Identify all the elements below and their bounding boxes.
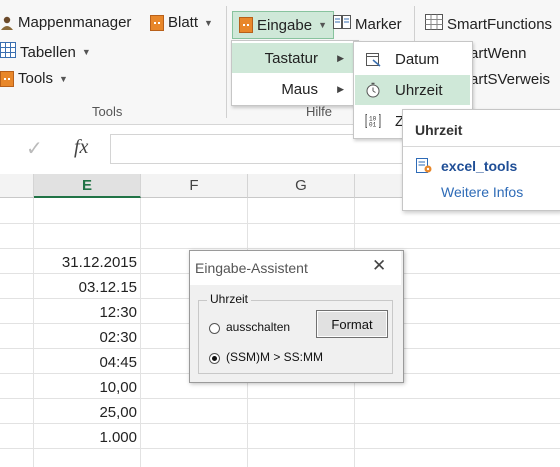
- menu-item-label: Tastatur: [264, 49, 318, 67]
- gridline: [0, 223, 560, 224]
- eingabe-menu: Tastatur ▶ Maus ▶: [231, 40, 359, 106]
- column-header-g[interactable]: G: [248, 174, 355, 198]
- smartfunctions-label: SmartFunctions: [447, 15, 553, 33]
- more-info-link[interactable]: Weitere Infos: [441, 184, 523, 200]
- column-header-d[interactable]: [0, 174, 34, 198]
- addin-gear-icon: [415, 158, 433, 178]
- chevron-right-icon: ▶: [337, 52, 344, 63]
- mappenmanager-label: Mappenmanager: [18, 14, 132, 31]
- marker-label: Marker: [355, 15, 402, 33]
- tabellen-label: Tabellen: [20, 43, 76, 61]
- cell-e[interactable]: 25,00: [34, 400, 137, 424]
- menu-item-uhrzeit[interactable]: Uhrzeit: [355, 75, 470, 105]
- column-header-e[interactable]: E: [34, 174, 141, 198]
- group-label-tools: Tools: [92, 104, 123, 119]
- calendar-icon: [355, 51, 391, 67]
- menu-item-maus[interactable]: Maus ▶: [232, 74, 356, 104]
- mappenmanager-button[interactable]: Mappenmanager: [0, 14, 131, 31]
- menu-item-label: Uhrzeit: [395, 81, 443, 99]
- tools-icon: [0, 70, 14, 87]
- blatt-label: Blatt: [168, 14, 199, 31]
- menu-item-datum[interactable]: Datum: [355, 44, 470, 74]
- column-header-f[interactable]: F: [141, 174, 248, 198]
- groupbox-label: Uhrzeit: [207, 292, 252, 306]
- radio-format[interactable]: [209, 353, 220, 364]
- sheet-icon: [150, 14, 164, 31]
- function-grid-icon: [425, 14, 443, 34]
- tooltip-title: Uhrzeit: [415, 122, 463, 138]
- cell-e[interactable]: 02:30: [34, 325, 137, 349]
- tabellen-button[interactable]: Tabellen ▼: [0, 42, 91, 62]
- cell-e[interactable]: 31.12.2015: [34, 250, 137, 274]
- menu-item-tastatur[interactable]: Tastatur ▶: [232, 43, 356, 73]
- gridline: [140, 198, 141, 467]
- eingabe-label: Eingabe: [257, 16, 313, 34]
- table-icon: [0, 42, 16, 62]
- radio-ausschalten-label: ausschalten: [226, 320, 291, 334]
- dialog-title: Eingabe-Assistent: [195, 260, 308, 276]
- chevron-down-icon: ▼: [204, 17, 213, 28]
- gridline: [0, 248, 560, 249]
- menu-item-label: Maus: [281, 80, 318, 98]
- chevron-right-icon: ▶: [337, 83, 344, 94]
- uhrzeit-tooltip: Uhrzeit excel_tools Weitere Infos: [402, 109, 560, 211]
- book-icon: [333, 14, 351, 34]
- smartsverweis-button[interactable]: artSVerweis: [470, 71, 550, 88]
- check-icon[interactable]: ✓: [26, 136, 43, 161]
- chevron-down-icon: ▼: [59, 73, 68, 84]
- group-label-hilfe: Hilfe: [306, 104, 333, 119]
- smartsverweis-label: artSVerweis: [470, 71, 551, 88]
- divider: [403, 146, 560, 147]
- smartwenn-label: artWenn: [470, 45, 527, 62]
- chevron-down-icon: ▼: [81, 47, 91, 57]
- blatt-button[interactable]: Blatt ▼: [150, 14, 213, 31]
- radio-ausschalten[interactable]: [209, 323, 220, 334]
- menu-item-label: Datum: [395, 50, 440, 68]
- radio-format-label: (SSM)M > SS:MM: [226, 350, 324, 364]
- uhrzeit-groupbox: Uhrzeit ausschalten Format (SSM)M > SS:M…: [198, 292, 393, 374]
- addin-name: excel_tools: [441, 158, 518, 174]
- tools-label: Tools: [18, 70, 54, 87]
- close-icon[interactable]: ✕: [372, 256, 386, 276]
- dialog-titlebar[interactable]: Eingabe-Assistent ✕: [190, 251, 401, 285]
- group-separator: [226, 6, 227, 118]
- users-icon: [0, 15, 14, 31]
- smartfunctions-button[interactable]: SmartFunctions: [425, 14, 552, 34]
- input-icon: [239, 17, 253, 33]
- marker-button[interactable]: Marker: [333, 14, 402, 34]
- tools-button[interactable]: Tools ▼: [0, 70, 68, 87]
- svg-text:01: 01: [369, 122, 377, 129]
- format-button[interactable]: Format: [316, 310, 388, 338]
- cell-e[interactable]: 12:30: [34, 300, 137, 324]
- chevron-down-icon: ▼: [318, 20, 327, 30]
- smartwenn-button[interactable]: artWenn: [470, 45, 526, 62]
- fx-icon[interactable]: fx: [74, 136, 88, 159]
- cell-e[interactable]: 10,00: [34, 375, 137, 399]
- binary-icon: 10 01: [355, 113, 391, 129]
- cell-e[interactable]: 1.000: [34, 425, 137, 449]
- cell-e[interactable]: 03.12.15: [34, 275, 137, 299]
- cell-e[interactable]: 04:45: [34, 350, 137, 374]
- eingabe-button[interactable]: Eingabe ▼: [232, 11, 334, 39]
- stopwatch-icon: [355, 82, 391, 98]
- eingabe-assistent-dialog: Eingabe-Assistent ✕ Uhrzeit ausschalten …: [189, 250, 404, 383]
